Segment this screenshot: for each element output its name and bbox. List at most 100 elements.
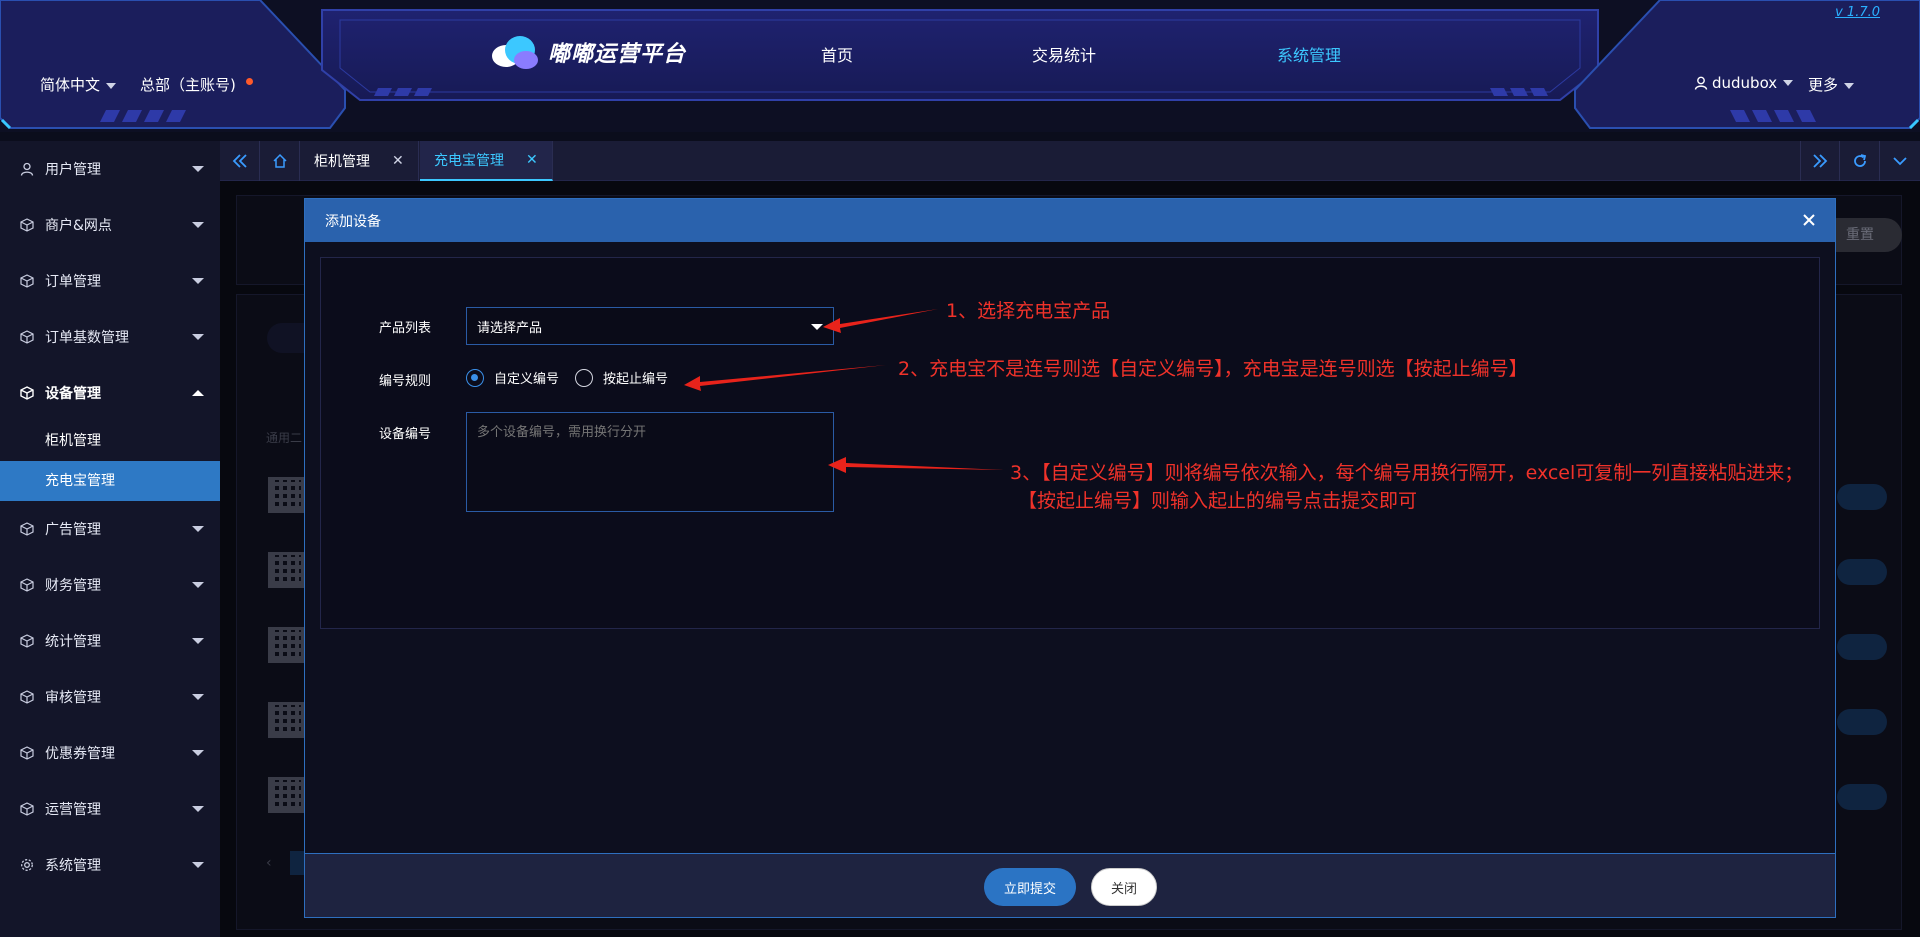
cube-icon xyxy=(20,274,34,288)
chevron-down-icon xyxy=(1893,157,1907,166)
chevron-down-icon xyxy=(192,750,204,756)
product-select[interactable]: 请选择产品 xyxy=(466,307,834,345)
sidebar-item-operations[interactable]: 运营管理 xyxy=(0,781,220,837)
close-button[interactable]: 关闭 xyxy=(1091,868,1157,906)
header-decoration xyxy=(0,0,1920,130)
column-header: 通用二 xyxy=(266,431,303,445)
cube-icon xyxy=(20,578,34,592)
sidebar-item-orders[interactable]: 订单管理 xyxy=(0,253,220,309)
cube-icon xyxy=(20,330,34,344)
cube-icon xyxy=(20,802,34,816)
nav-system-management[interactable]: 系统管理 xyxy=(1277,42,1341,66)
chevron-down-icon xyxy=(811,324,823,330)
chevron-down-icon xyxy=(192,278,204,284)
qr-code-thumbnail xyxy=(268,702,304,738)
refresh-button[interactable] xyxy=(1840,141,1880,181)
modal-title: 添加设备 xyxy=(325,213,381,230)
language-label: 简体中文 xyxy=(40,76,101,94)
cube-icon xyxy=(20,690,34,704)
chevron-down-icon xyxy=(1783,80,1794,86)
version-link[interactable]: v 1.7.0 xyxy=(1835,5,1880,20)
tab-label: 充电宝管理 xyxy=(434,153,504,169)
close-icon[interactable] xyxy=(1799,210,1819,230)
row-action-button[interactable] xyxy=(1837,559,1887,585)
more-label: 更多 xyxy=(1808,76,1839,94)
radio-unchecked-icon xyxy=(575,368,593,387)
sidebar-item-review[interactable]: 审核管理 xyxy=(0,669,220,725)
app-logo[interactable]: 嘟嘟运营平台 xyxy=(488,34,686,70)
chevron-down-icon xyxy=(192,806,204,812)
user-icon xyxy=(20,162,34,176)
sidebar-item-label: 系统管理 xyxy=(45,858,101,874)
tab-powerbanks[interactable]: 充电宝管理 ✕ xyxy=(420,141,553,181)
qr-code-thumbnail xyxy=(268,477,304,513)
chevron-down-icon xyxy=(192,862,204,868)
sidebar-item-system[interactable]: 系统管理 xyxy=(0,837,220,893)
cube-icon xyxy=(20,522,34,536)
radio-label: 按起止编号 xyxy=(603,372,669,387)
tab-bar: 柜机管理 ✕ 充电宝管理 ✕ xyxy=(220,141,1920,181)
user-menu[interactable]: dudubox xyxy=(1694,74,1794,92)
notification-dot xyxy=(245,78,253,85)
qr-code-thumbnail xyxy=(268,552,304,588)
annotation-step1: 1、选择充电宝产品 xyxy=(946,300,1111,322)
sidebar-item-ads[interactable]: 广告管理 xyxy=(0,501,220,557)
double-chevron-left-icon xyxy=(232,154,247,168)
tabs-scroll-left-button[interactable] xyxy=(220,141,260,181)
gear-icon xyxy=(21,859,33,871)
qr-code-thumbnail xyxy=(268,777,304,813)
sidebar-subitem-powerbanks[interactable]: 充电宝管理 xyxy=(0,461,220,501)
sidebar-item-label: 审核管理 xyxy=(45,690,101,706)
close-icon[interactable]: ✕ xyxy=(526,152,538,168)
more-menu[interactable]: 更多 xyxy=(1808,74,1855,95)
sidebar-subitem-cabinets[interactable]: 柜机管理 xyxy=(0,421,220,461)
sidebar-item-label: 订单基数管理 xyxy=(45,330,129,346)
chevron-down-icon xyxy=(192,222,204,228)
product-select-value: 请选择产品 xyxy=(477,320,543,336)
row-action-button[interactable] xyxy=(1837,484,1887,510)
username-label: dudubox xyxy=(1712,74,1778,92)
chevron-down-icon xyxy=(192,166,204,172)
close-icon[interactable]: ✕ xyxy=(392,153,404,169)
radio-custom-number[interactable]: 自定义编号 xyxy=(466,368,559,387)
sidebar-item-label: 广告管理 xyxy=(45,522,101,538)
annotation-step2: 2、充电宝不是连号则选【自定义编号】，充电宝是连号则选【按起止编号】 xyxy=(898,358,1528,380)
org-label: 总部（主账号) xyxy=(140,76,236,94)
row-action-button[interactable] xyxy=(1837,784,1887,810)
annotation-step3-line1: 3、【自定义编号】则将编号依次输入，每个编号用换行隔开，excel可复制一列直接… xyxy=(1010,462,1804,484)
tab-cabinets[interactable]: 柜机管理 ✕ xyxy=(300,141,419,181)
chevron-up-icon xyxy=(192,390,204,396)
sidebar-item-statistics[interactable]: 统计管理 xyxy=(0,613,220,669)
sidebar-item-user-management[interactable]: 用户管理 xyxy=(0,141,220,197)
tab-label: 柜机管理 xyxy=(314,154,370,170)
language-select[interactable]: 简体中文 xyxy=(40,74,117,95)
modal-footer: 立即提交 关闭 xyxy=(305,853,1835,917)
top-header: 简体中文 总部（主账号) 嘟嘟运营平台 首页 交易统计 系统管理 v 1.7.0… xyxy=(0,0,1920,132)
tabs-menu-button[interactable] xyxy=(1880,141,1920,181)
device-number-label: 设备编号 xyxy=(378,427,431,442)
nav-home[interactable]: 首页 xyxy=(821,42,853,66)
chevron-down-icon xyxy=(1844,82,1855,89)
cube-icon xyxy=(20,746,34,760)
sidebar-item-coupons[interactable]: 优惠券管理 xyxy=(0,725,220,781)
nav-trade-stats[interactable]: 交易统计 xyxy=(1032,42,1096,66)
row-action-button[interactable] xyxy=(1837,709,1887,735)
chevron-down-icon xyxy=(192,694,204,700)
chevron-down-icon xyxy=(192,526,204,532)
radio-range-number[interactable]: 按起止编号 xyxy=(575,368,668,387)
sidebar-item-label: 统计管理 xyxy=(45,634,101,650)
sidebar-item-merchants[interactable]: 商户&网点 xyxy=(0,197,220,253)
org-select[interactable]: 总部（主账号) xyxy=(140,74,253,95)
sidebar-item-order-base[interactable]: 订单基数管理 xyxy=(0,309,220,365)
home-tab-button[interactable] xyxy=(260,141,300,181)
submit-button[interactable]: 立即提交 xyxy=(984,868,1076,906)
pagination-prev-icon[interactable]: ‹ xyxy=(266,855,272,871)
tabs-scroll-right-button[interactable] xyxy=(1800,141,1840,181)
sidebar-item-devices[interactable]: 设备管理 xyxy=(0,365,220,421)
double-chevron-right-icon xyxy=(1813,154,1828,168)
qr-code-thumbnail xyxy=(268,627,304,663)
sidebar-item-finance[interactable]: 财务管理 xyxy=(0,557,220,613)
device-number-textarea[interactable] xyxy=(466,412,834,512)
sidebar-item-label: 财务管理 xyxy=(45,578,101,594)
row-action-button[interactable] xyxy=(1837,634,1887,660)
